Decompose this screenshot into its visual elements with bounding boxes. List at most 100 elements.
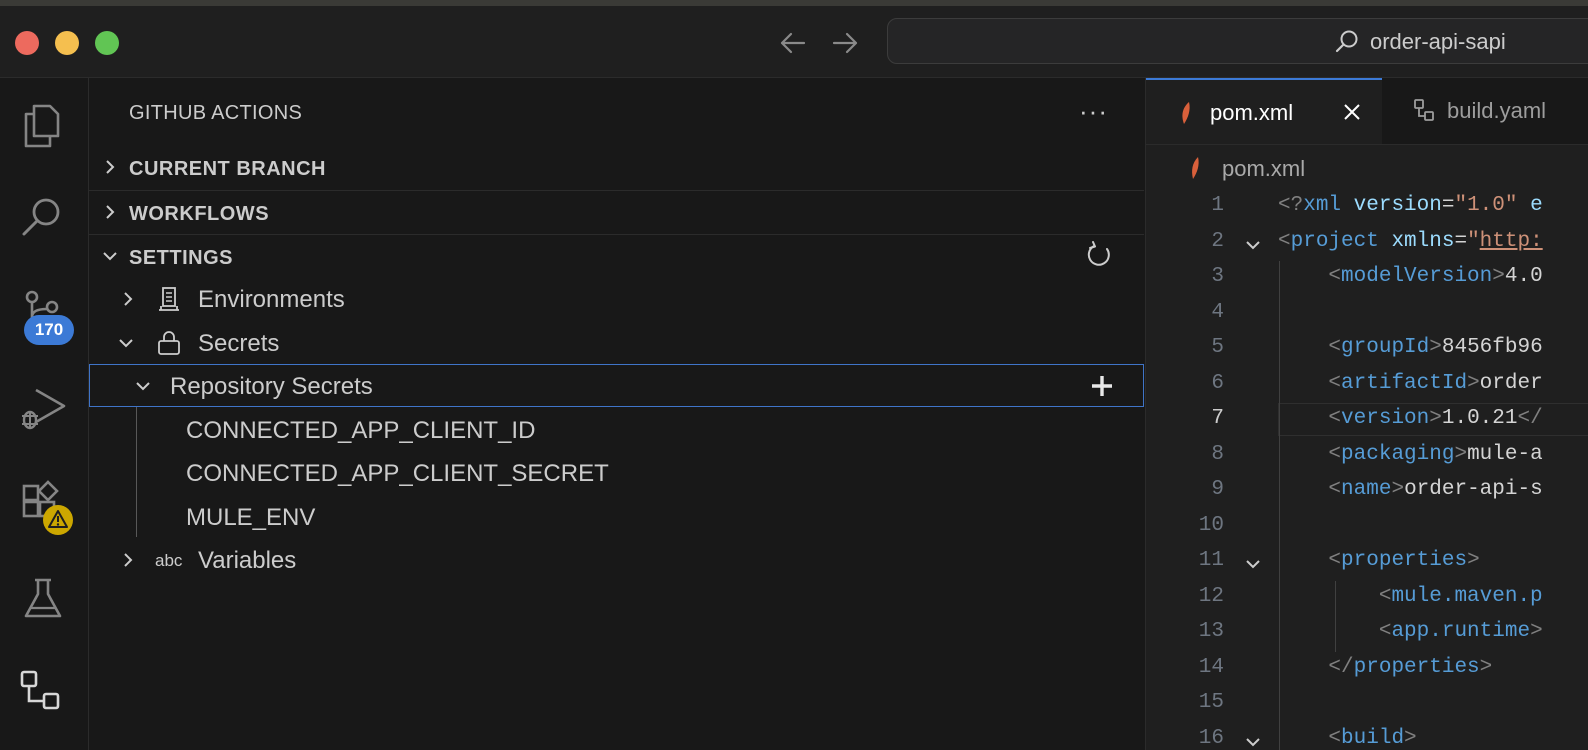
- line-number: 8: [1211, 442, 1224, 466]
- fold-chevron-down-icon[interactable]: [1244, 733, 1262, 750]
- secret-name: CONNECTED_APP_CLIENT_SECRET: [186, 460, 609, 487]
- tree-item-repository-secrets[interactable]: Repository Secrets: [89, 364, 1144, 407]
- line-number: 11: [1198, 549, 1224, 572]
- chevron-right-icon: [106, 205, 115, 219]
- lock-icon: [158, 331, 180, 355]
- editor-tab-bar: pom.xml build.yaml: [1146, 78, 1588, 145]
- line-number: 2: [1211, 229, 1224, 253]
- fold-chevron-down-icon[interactable]: [1244, 236, 1262, 254]
- code-line[interactable]: 15: [1146, 687, 1588, 722]
- command-center-label: order-api-sapi: [1370, 29, 1506, 54]
- sidebar-title: GITHUB ACTIONS: [129, 102, 303, 124]
- code-line[interactable]: 8 <packaging>mule-a: [1146, 439, 1588, 474]
- workflow-file-icon: [1414, 99, 1434, 121]
- secret-name: MULE_ENV: [186, 504, 316, 531]
- variable-icon: abc: [155, 551, 183, 570]
- line-number: 13: [1198, 620, 1224, 643]
- code-line[interactable]: 1 <?xml version="1.0" e: [1146, 190, 1588, 225]
- section-workflows[interactable]: WORKFLOWS: [89, 190, 1144, 235]
- code-line[interactable]: 4: [1146, 297, 1588, 332]
- code-line[interactable]: 6 <artifactId>order: [1146, 368, 1588, 403]
- minimize-window-button[interactable]: [55, 31, 79, 55]
- run-debug-icon: [22, 388, 66, 430]
- warning-icon: [43, 505, 73, 535]
- code-text: <app.runtime>: [1378, 620, 1543, 643]
- section-current-branch[interactable]: CURRENT BRANCH: [89, 146, 1144, 190]
- more-actions-button[interactable]: ···: [1079, 96, 1108, 127]
- line-number: 1: [1211, 194, 1224, 217]
- close-icon[interactable]: [1342, 102, 1362, 122]
- zoom-window-button[interactable]: [95, 31, 119, 55]
- tab-pom-xml[interactable]: pom.xml: [1146, 78, 1382, 144]
- fold-chevron-down-icon[interactable]: [1244, 555, 1262, 573]
- code-line[interactable]: 7 <version>1.0.21</: [1146, 403, 1588, 438]
- desktop-strip: [0, 0, 1588, 6]
- code-line[interactable]: 14 </properties>: [1146, 652, 1588, 687]
- code-line[interactable]: 12 <mule.maven.p: [1146, 581, 1588, 616]
- chevron-right-icon: [106, 160, 115, 174]
- search-icon: [1335, 30, 1358, 53]
- indent-guide: [1335, 580, 1336, 652]
- secret-item[interactable]: CONNECTED_APP_CLIENT_SECRET: [89, 451, 1144, 494]
- chevron-down-icon: [136, 382, 150, 391]
- maven-file-icon: [1192, 157, 1199, 179]
- code-text: <packaging>mule-a: [1328, 442, 1543, 466]
- code-text: <name>order-api-s: [1328, 478, 1543, 501]
- code-line[interactable]: 3 <modelVersion>4.0: [1146, 261, 1588, 296]
- section-label: SETTINGS: [129, 247, 234, 269]
- explorer-button[interactable]: [14, 94, 72, 152]
- forward-arrow-icon[interactable]: [828, 26, 862, 60]
- code-line[interactable]: 10: [1146, 510, 1588, 545]
- tree-item-label: Secrets: [198, 330, 280, 357]
- code-text: <build>: [1328, 726, 1417, 750]
- search-icon: [22, 198, 60, 236]
- secret-item[interactable]: CONNECTED_APP_CLIENT_ID: [89, 408, 1144, 451]
- tree-item-environments[interactable]: Environments: [89, 277, 1144, 320]
- github-actions-sidebar: GITHUB ACTIONS ··· CURRENT BRANCH WORKFL…: [89, 78, 1144, 750]
- line-number: 9: [1211, 478, 1224, 501]
- tab-label: build.yaml: [1447, 98, 1547, 123]
- back-arrow-icon[interactable]: [776, 26, 810, 60]
- code-text: <groupId>8456fb96: [1328, 336, 1543, 359]
- run-and-debug-button[interactable]: [14, 378, 72, 436]
- secret-item[interactable]: MULE_ENV: [89, 495, 1144, 538]
- workflow-icon: [20, 670, 60, 710]
- add-secret-icon[interactable]: [1090, 374, 1114, 398]
- search-view-button[interactable]: [14, 188, 72, 246]
- flask-icon: [24, 578, 62, 618]
- testing-button[interactable]: [14, 570, 72, 628]
- maven-file-icon: [1182, 102, 1190, 124]
- code-line[interactable]: 13 <app.runtime>: [1146, 616, 1588, 651]
- tree-item-label: Variables: [198, 547, 297, 574]
- section-settings[interactable]: SETTINGS: [89, 234, 1144, 279]
- code-text: <version>1.0.21</: [1328, 407, 1543, 430]
- breadcrumb-file: pom.xml: [1222, 156, 1306, 181]
- code-line[interactable]: 11 <properties>: [1146, 545, 1588, 580]
- code-line[interactable]: 5 <groupId>8456fb96: [1146, 332, 1588, 367]
- tree-item-variables[interactable]: abc Variables: [89, 538, 1144, 581]
- code-line[interactable]: 9 <name>order-api-s: [1146, 474, 1588, 509]
- tab-label: pom.xml: [1210, 100, 1294, 125]
- code-text: <modelVersion>4.0: [1328, 265, 1543, 288]
- line-number: 10: [1198, 513, 1224, 537]
- chevron-down-icon: [103, 252, 117, 261]
- code-line[interactable]: 2 <project xmlns="http:: [1146, 226, 1588, 261]
- code-text: </properties>: [1328, 655, 1493, 679]
- refresh-icon[interactable]: [1085, 241, 1113, 269]
- tab-build-yaml[interactable]: build.yaml: [1383, 78, 1588, 144]
- code-text: <artifactId>order: [1328, 371, 1543, 395]
- chevron-right-icon: [124, 292, 133, 306]
- chevron-down-icon: [119, 339, 133, 348]
- code-line[interactable]: 16 <build>: [1146, 723, 1588, 750]
- tree-item-secrets[interactable]: Secrets: [89, 321, 1144, 364]
- code-text: <project xmlns="http:: [1278, 229, 1543, 253]
- command-center-search[interactable]: order-api-sapi: [887, 18, 1588, 64]
- code-text: <properties>: [1328, 549, 1480, 572]
- line-number: 5: [1211, 336, 1224, 359]
- code-text: <?xml version="1.0" e: [1278, 194, 1543, 217]
- line-number: 15: [1198, 691, 1224, 714]
- github-actions-button[interactable]: [14, 662, 72, 720]
- close-window-button[interactable]: [15, 31, 39, 55]
- line-number: 14: [1198, 655, 1224, 679]
- chevron-right-icon: [124, 553, 133, 567]
